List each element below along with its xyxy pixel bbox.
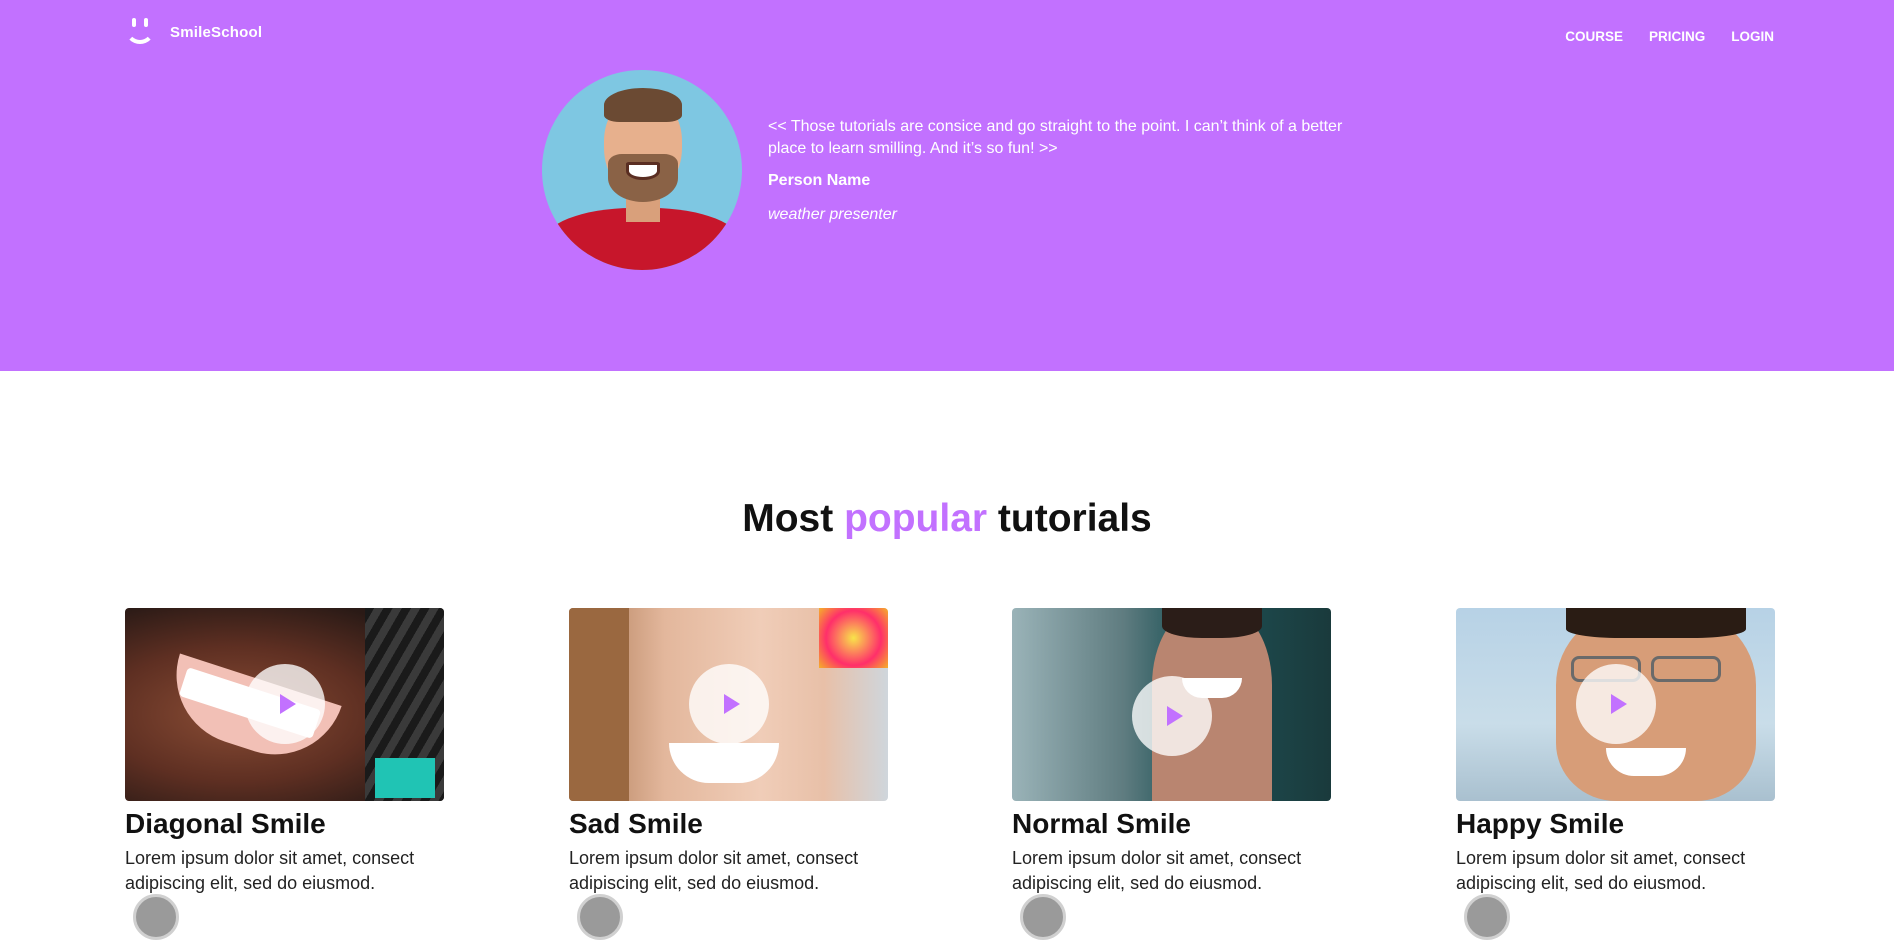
play-icon [1610, 694, 1627, 714]
tutorial-card[interactable]: Happy Smile Lorem ipsum dolor sit amet, … [1456, 608, 1775, 940]
tutorial-card[interactable]: Sad Smile Lorem ipsum dolor sit amet, co… [569, 608, 888, 940]
tutorial-title[interactable]: Sad Smile [569, 808, 888, 840]
tutorial-description: Lorem ipsum dolor sit amet, consect adip… [125, 848, 415, 893]
play-icon [1166, 706, 1183, 726]
author-avatar [577, 894, 623, 940]
nav-login-link[interactable]: LOGIN [1731, 29, 1774, 44]
play-button[interactable] [1132, 676, 1212, 756]
tutorial-thumbnail[interactable] [569, 608, 888, 801]
tutorial-thumbnail[interactable] [125, 608, 444, 801]
play-icon [723, 694, 740, 714]
author-avatar [1020, 894, 1066, 940]
section-title: Most popular tutorials [0, 497, 1894, 541]
tutorial-description: Lorem ipsum dolor sit amet, consect adip… [569, 848, 859, 893]
tutorial-title[interactable]: Normal Smile [1012, 808, 1331, 840]
nav-pricing-link[interactable]: PRICING [1649, 29, 1705, 44]
tutorial-title[interactable]: Diagonal Smile [125, 808, 444, 840]
play-button[interactable] [245, 664, 325, 744]
hero-banner: SmileSchool COURSE PRICING LOGIN << Thos… [0, 0, 1894, 371]
testimonial-avatar [542, 70, 742, 270]
nav-course-link[interactable]: COURSE [1565, 29, 1623, 44]
section-title-before: Most [742, 497, 845, 540]
testimonial-person-name: Person Name [768, 172, 871, 189]
tutorial-card[interactable]: Diagonal Smile Lorem ipsum dolor sit ame… [125, 608, 444, 940]
main-nav: COURSE PRICING LOGIN [1565, 29, 1774, 44]
testimonial-quote: << Those tutorials are consice and go st… [768, 118, 1343, 157]
brand-logo[interactable]: SmileSchool [124, 18, 262, 46]
play-button[interactable] [689, 664, 769, 744]
tutorial-thumbnail[interactable] [1012, 608, 1331, 801]
smile-logo-icon [124, 18, 156, 46]
tutorial-card[interactable]: Normal Smile Lorem ipsum dolor sit amet,… [1012, 608, 1331, 940]
testimonial-person-role: weather presenter [768, 206, 897, 223]
brand-name: SmileSchool [170, 23, 263, 41]
section-title-accent: popular [844, 497, 988, 540]
tutorial-title[interactable]: Happy Smile [1456, 808, 1775, 840]
author-avatar [133, 894, 179, 940]
tutorial-description: Lorem ipsum dolor sit amet, consect adip… [1012, 848, 1302, 893]
author-avatar [1464, 894, 1510, 940]
play-button[interactable] [1576, 664, 1656, 744]
tutorial-description: Lorem ipsum dolor sit amet, consect adip… [1456, 848, 1746, 893]
section-title-after: tutorials [987, 497, 1152, 540]
tutorial-thumbnail[interactable] [1456, 608, 1775, 801]
play-icon [279, 694, 296, 714]
